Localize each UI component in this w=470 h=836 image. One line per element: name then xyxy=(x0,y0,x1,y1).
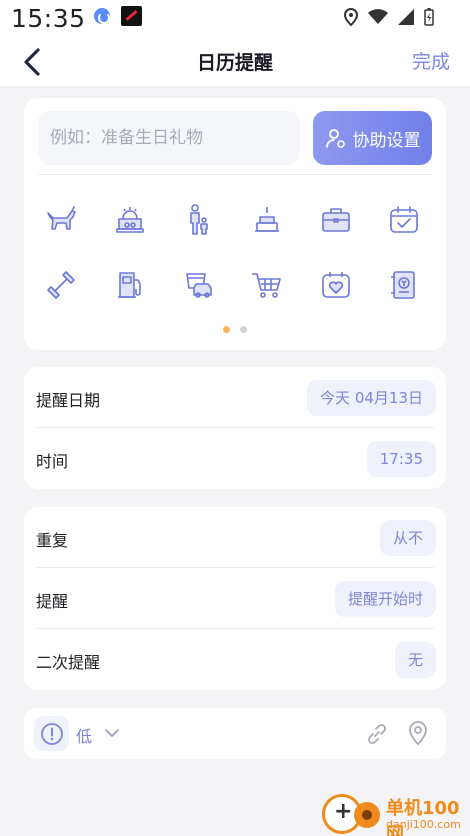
signal-icon xyxy=(398,9,414,25)
gas-pump-icon xyxy=(118,272,141,298)
watermark-url: danji100.com xyxy=(386,818,461,831)
template-schedule[interactable] xyxy=(382,198,426,242)
status-bar: 15:35 xyxy=(0,0,470,38)
dumbbell-icon xyxy=(47,271,75,299)
reminder-date-label: 提醒日期 xyxy=(36,391,101,410)
status-right-icons xyxy=(344,8,434,26)
pager-dot-active[interactable] xyxy=(223,326,230,333)
pager-dot[interactable] xyxy=(240,326,247,333)
time-value[interactable]: 17:35 xyxy=(366,441,436,477)
template-cake-tray[interactable] xyxy=(108,198,152,242)
template-work[interactable] xyxy=(314,198,358,242)
template-dog[interactable] xyxy=(39,198,83,242)
second-remind-value[interactable]: 无 xyxy=(394,642,436,678)
template-fitness[interactable] xyxy=(39,263,83,307)
watermark: 单机100网 danji100.com xyxy=(320,792,470,836)
wifi-icon xyxy=(368,9,388,24)
template-birthday-cake[interactable] xyxy=(245,198,289,242)
parent-child-icon xyxy=(190,204,208,235)
second-remind-row[interactable]: 二次提醒 无 xyxy=(24,629,446,690)
person-settings-icon xyxy=(325,129,345,148)
link-icon[interactable] xyxy=(364,721,390,747)
nav-bar: 日历提醒 完成 xyxy=(0,38,470,86)
reminder-date-value[interactable]: 今天 04月13日 xyxy=(307,380,436,416)
briefcase-icon xyxy=(322,208,350,232)
location-icon[interactable] xyxy=(406,720,430,746)
location-status-icon xyxy=(344,8,358,26)
remind-value[interactable]: 提醒开始时 xyxy=(334,581,436,617)
status-time: 15:35 xyxy=(11,4,86,33)
page-title: 日历提醒 xyxy=(196,52,273,74)
chevron-down-icon[interactable] xyxy=(104,723,120,743)
time-row[interactable]: 时间 17:35 xyxy=(24,428,446,489)
repeat-label: 重复 xyxy=(36,531,69,550)
template-parent-child[interactable] xyxy=(176,198,220,242)
priority-button[interactable] xyxy=(34,716,69,751)
shopping-cart-icon xyxy=(252,273,281,298)
reminder-title-input[interactable] xyxy=(38,111,300,165)
repeat-row[interactable]: 重复 从不 xyxy=(24,507,446,568)
cake-tray-icon xyxy=(116,207,144,233)
dog-icon xyxy=(47,206,76,230)
calendar-check-icon xyxy=(390,206,418,233)
assist-setup-button[interactable]: 协助设置 xyxy=(313,111,432,165)
repeat-value[interactable]: 从不 xyxy=(379,520,436,556)
template-shopping[interactable] xyxy=(245,263,289,307)
time-label: 时间 xyxy=(36,452,69,471)
divider xyxy=(38,174,432,175)
template-pager xyxy=(24,326,446,333)
remind-row[interactable]: 提醒 提醒开始时 xyxy=(24,568,446,629)
priority-toolbar: 低 xyxy=(24,708,446,759)
reminder-date-row[interactable]: 提醒日期 今天 04月13日 xyxy=(24,367,446,428)
priority-label[interactable]: 低 xyxy=(76,723,92,747)
remind-label: 提醒 xyxy=(36,592,69,611)
template-anniversary[interactable] xyxy=(314,263,358,307)
repeat-card: 重复 从不 提醒 提醒开始时 二次提醒 无 xyxy=(24,507,446,690)
car-wash-icon xyxy=(186,273,212,298)
money-book-icon xyxy=(391,271,415,299)
app-notification-icon xyxy=(121,6,142,26)
watermark-logo-mark xyxy=(354,802,380,828)
template-car-wash[interactable] xyxy=(176,263,220,307)
template-finance[interactable] xyxy=(382,263,426,307)
sync-status-icon xyxy=(94,8,110,24)
birthday-cake-icon xyxy=(255,207,279,232)
calendar-heart-icon xyxy=(322,272,350,298)
assist-setup-label: 协助设置 xyxy=(352,130,421,151)
second-remind-label: 二次提醒 xyxy=(36,653,101,672)
battery-icon xyxy=(424,8,434,26)
exclamation-circle-icon xyxy=(40,722,63,745)
done-button[interactable]: 完成 xyxy=(412,47,450,74)
date-time-card: 提醒日期 今天 04月13日 时间 17:35 xyxy=(24,367,446,489)
reminder-template-card: 协助设置 xyxy=(24,98,446,350)
template-refuel[interactable] xyxy=(108,263,152,307)
